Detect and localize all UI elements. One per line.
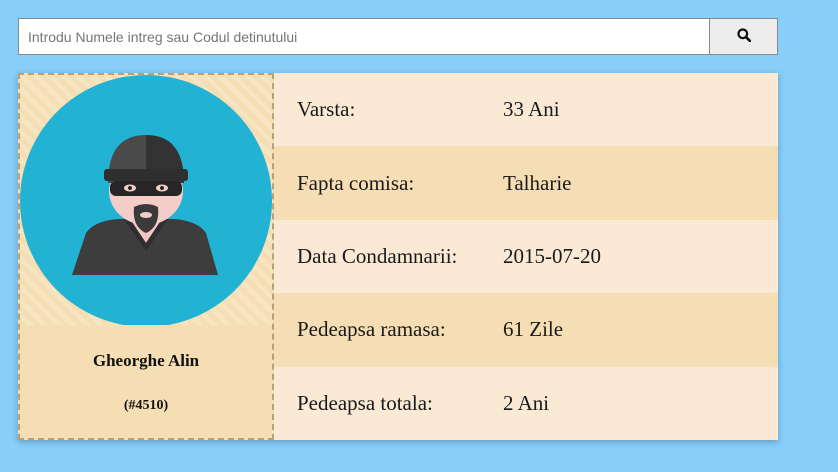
detail-value: Talharie [503, 170, 572, 195]
search-button[interactable] [709, 18, 778, 55]
inmate-photo [20, 75, 272, 325]
detail-row-fapta: Fapta comisa: Talharie [274, 146, 778, 220]
detail-value: 61 Zile [503, 317, 564, 342]
detail-row-data-condamnarii: Data Condamnarii: 2015-07-20 [274, 219, 778, 294]
inmate-details: Varsta: 33 Ani Fapta comisa: Talharie Da… [274, 73, 778, 440]
inmate-profile: Gheorghe Alin (#4510) [18, 73, 274, 440]
search-icon [736, 28, 751, 45]
inmate-card: Gheorghe Alin (#4510) Varsta: 33 Ani Fap… [18, 73, 778, 440]
detail-row-pedeapsa-ramasa: Pedeapsa ramasa: 61 Zile [274, 293, 778, 367]
detail-row-pedeapsa-totala: Pedeapsa totala: 2 Ani [274, 366, 778, 440]
search-input[interactable] [18, 18, 709, 55]
detail-label: Data Condamnarii: [297, 243, 458, 268]
detail-label: Pedeapsa totala: [297, 390, 433, 415]
detail-label: Fapta comisa: [297, 170, 415, 195]
detail-label: Pedeapsa ramasa: [297, 317, 446, 342]
detail-value: 33 Ani [503, 97, 560, 122]
detail-label: Varsta: [297, 97, 356, 122]
detail-value: 2015-07-20 [503, 243, 601, 268]
inmate-code: (#4510) [123, 398, 169, 413]
detail-row-varsta: Varsta: 33 Ani [274, 73, 778, 147]
detail-value: 2 Ani [503, 390, 550, 415]
burglar-avatar-icon [20, 75, 272, 325]
inmate-name: Gheorghe Alin [92, 351, 200, 370]
search-bar [18, 18, 778, 55]
